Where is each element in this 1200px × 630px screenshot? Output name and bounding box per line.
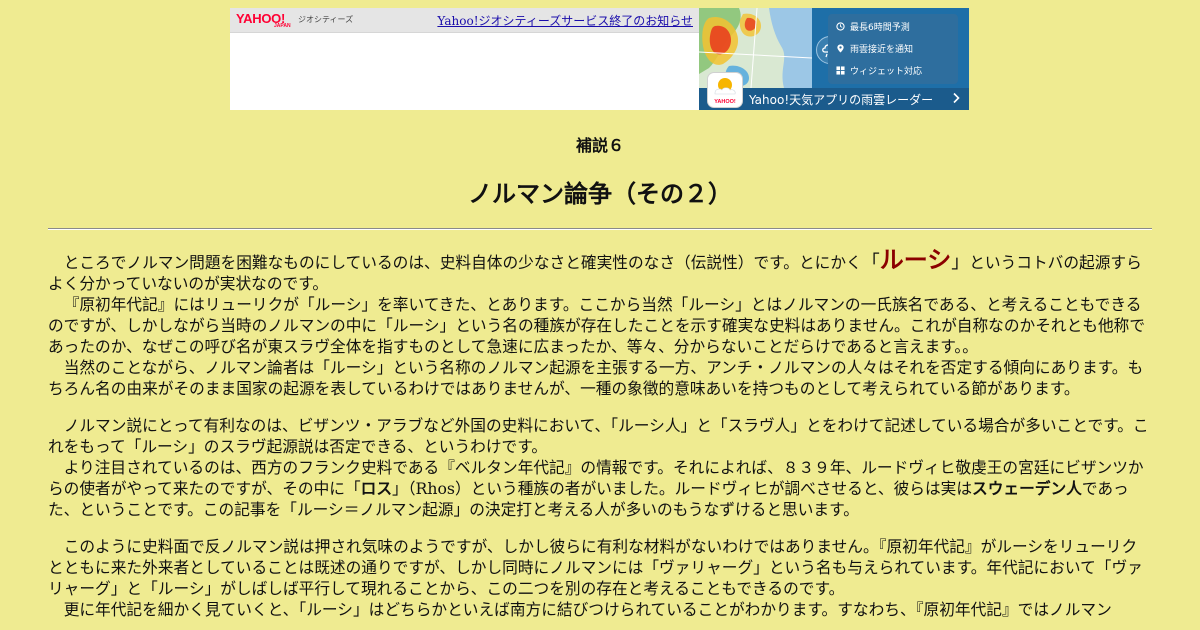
rhos-bold: ロス	[360, 479, 393, 498]
ad-feature-forecast: 最長6時間予測	[850, 23, 910, 33]
page-title: ノルマン論争（その２）	[468, 180, 732, 208]
horizontal-rule	[48, 228, 1152, 230]
yahoo-logo-sub: JAPAN	[274, 23, 291, 29]
widget-grid-icon	[836, 66, 845, 75]
ad-feature-widget: ウィジェット対応	[850, 67, 923, 77]
location-pin-icon	[837, 44, 844, 53]
quote-open: 「	[861, 252, 880, 273]
ad-feature-notify: 雨雲接近を通知	[850, 45, 914, 55]
geocities-brand: ジオシティーズ	[298, 15, 354, 24]
paragraph-7: 更に年代記を細かく見ていくと、「ルーシ」はどちらかといえば南方に結びつけられてい…	[63, 600, 1112, 619]
paragraph-1: ところでノルマン問題を困難なものにしているのは、史料自体の少なさと確実性のなさ（…	[48, 248, 1152, 294]
geocities-banner: YAHOO! JAPAN ジオシティーズ Yahoo!ジオシティーズサービス終了…	[230, 8, 969, 110]
swedes-bold: スウェーデン人	[972, 479, 1082, 498]
clock-icon	[836, 22, 845, 31]
paragraph-6: このように史料面で反ノルマン説は押され気味のようですが、しかし彼らに有利な材料が…	[48, 537, 1143, 598]
banner-notice-area: YAHOO! JAPAN ジオシティーズ Yahoo!ジオシティーズサービス終了…	[230, 8, 699, 110]
paragraph-4: ノルマン説にとって有利なのは、ビザンツ・アラブなど外国の史料において、「ルーシ人…	[48, 416, 1149, 456]
ad-footer-text: Yahoo!天気アプリの雨雲レーダー	[749, 93, 934, 107]
weather-app-ad[interactable]: 最長6時間予測 雨雲接近を通知 ウィジェット対応 Yahoo!天気アプリの雨雲レ…	[699, 8, 969, 110]
chevron-right-icon	[953, 92, 960, 104]
yahoo-japan-logo[interactable]: YAHOO! JAPAN	[236, 11, 298, 29]
rus-highlight: ルーシ	[879, 246, 952, 274]
paragraph-3: 当然のことながら、ノルマン論者は「ルーシ」という名称のノルマン起源を主張する一方…	[48, 358, 1144, 398]
section-label: 補説６	[575, 136, 624, 155]
paragraph-2: 『原初年代記』にはリューリクが「ルーシ」を率いてきた、とあります。ここから当然「…	[48, 295, 1146, 356]
service-end-notice-link[interactable]: Yahoo!ジオシティーズサービス終了のお知らせ	[437, 12, 693, 29]
paragraph-1-text-a: ところでノルマン問題を困難なものにしているのは、史料自体の少なさと確実性のなさ（…	[63, 253, 862, 272]
ad-feature-panel: 最長6時間予測 雨雲接近を通知 ウィジェット対応	[828, 14, 958, 84]
app-logo-text: YAHOO!	[714, 99, 736, 105]
banner-topbar: YAHOO! JAPAN ジオシティーズ Yahoo!ジオシティーズサービス終了…	[230, 8, 699, 33]
weather-app-icon: YAHOO!	[707, 72, 743, 108]
quote-close: 」	[951, 252, 970, 273]
paragraph-5-text-b: 」（Rhos）という種族の者がいました。ルードヴィヒが調べさせると、彼らは実は	[392, 479, 973, 498]
article-body: ところでノルマン問題を困難なものにしているのは、史料自体の少なさと確実性のなさ（…	[48, 248, 1152, 620]
paragraph-5: より注目されているのは、西方のフランク史料である『ベルタン年代記』の情報です。そ…	[48, 457, 1152, 520]
